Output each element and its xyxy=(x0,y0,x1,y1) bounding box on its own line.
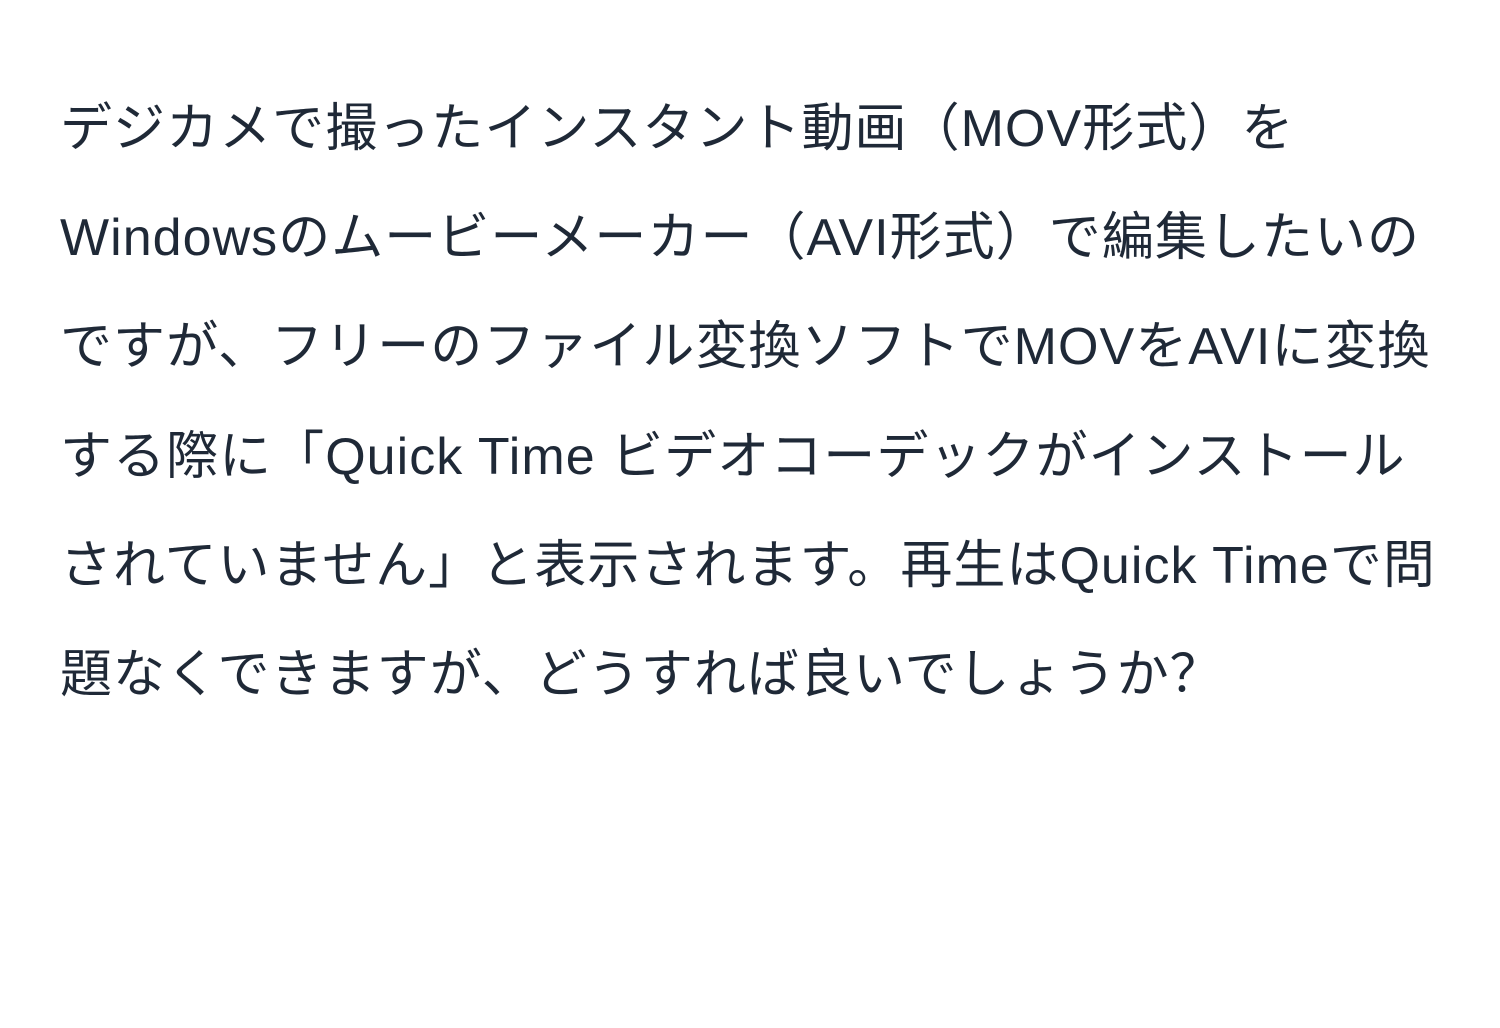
document-body: デジカメで撮ったインスタント動画（MOV形式）をWindowsのムービーメーカー… xyxy=(60,75,1440,730)
document-text: デジカメで撮ったインスタント動画（MOV形式）をWindowsのムービーメーカー… xyxy=(60,100,1436,704)
